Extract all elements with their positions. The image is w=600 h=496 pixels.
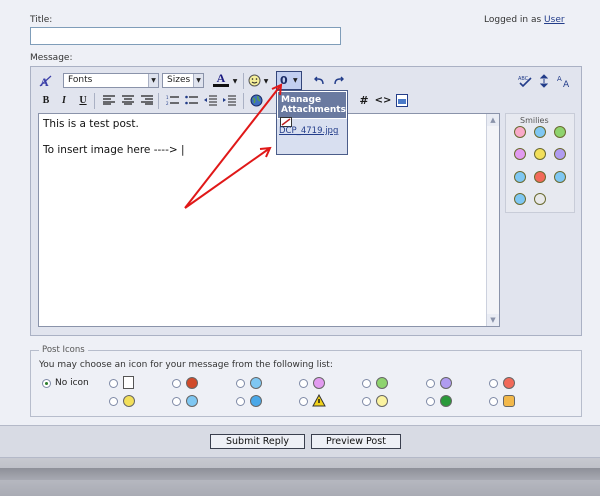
- red-arrow-1: [184, 83, 283, 209]
- tongue-smiley-icon: [313, 377, 325, 389]
- document-icon: [123, 376, 134, 389]
- annotation-arrows: [184, 83, 283, 209]
- thumbs-up-icon: [503, 395, 515, 407]
- post-icons-fieldset: Post Icons You may choose an icon for yo…: [30, 345, 582, 417]
- icon-radio[interactable]: [362, 379, 371, 388]
- warning-icon: [312, 393, 326, 410]
- thumbs-down-icon: [186, 377, 198, 389]
- footer-strip: [0, 458, 600, 496]
- icon-radio[interactable]: [236, 397, 245, 406]
- submit-reply-button[interactable]: Submit Reply: [210, 434, 305, 449]
- grin-smiley-icon: [376, 377, 388, 389]
- no-icon-radio[interactable]: [42, 379, 51, 388]
- icon-radio[interactable]: [236, 379, 245, 388]
- preview-post-button[interactable]: Preview Post: [311, 434, 401, 449]
- icon-radio[interactable]: [172, 397, 181, 406]
- footer-stripe: [0, 468, 600, 480]
- icon-radio[interactable]: [489, 397, 498, 406]
- icon-radio[interactable]: [299, 397, 308, 406]
- icon-radio[interactable]: [426, 379, 435, 388]
- icon-radio[interactable]: [362, 397, 371, 406]
- icon-radio[interactable]: [299, 379, 308, 388]
- icon-radio[interactable]: [109, 397, 118, 406]
- icon-radio[interactable]: [426, 397, 435, 406]
- post-icons-legend: Post Icons: [39, 345, 88, 355]
- arrow-right-icon: [440, 395, 452, 407]
- question-icon: [250, 395, 262, 407]
- cool-smiley-icon: [250, 377, 262, 389]
- happy-smiley-icon: [123, 395, 135, 407]
- lightbulb-icon: [376, 395, 388, 407]
- shades-smiley-icon: [186, 395, 198, 407]
- mad-smiley-icon: [503, 377, 515, 389]
- icon-radio[interactable]: [109, 379, 118, 388]
- no-icon-label: No icon: [55, 378, 89, 388]
- action-bar: Submit Reply Preview Post: [0, 425, 600, 458]
- sad-smiley-icon: [440, 377, 452, 389]
- red-arrow-2: [184, 146, 272, 209]
- icon-radio[interactable]: [172, 379, 181, 388]
- icon-radio[interactable]: [489, 379, 498, 388]
- post-icons-instruction: You may choose an icon for your message …: [39, 360, 333, 370]
